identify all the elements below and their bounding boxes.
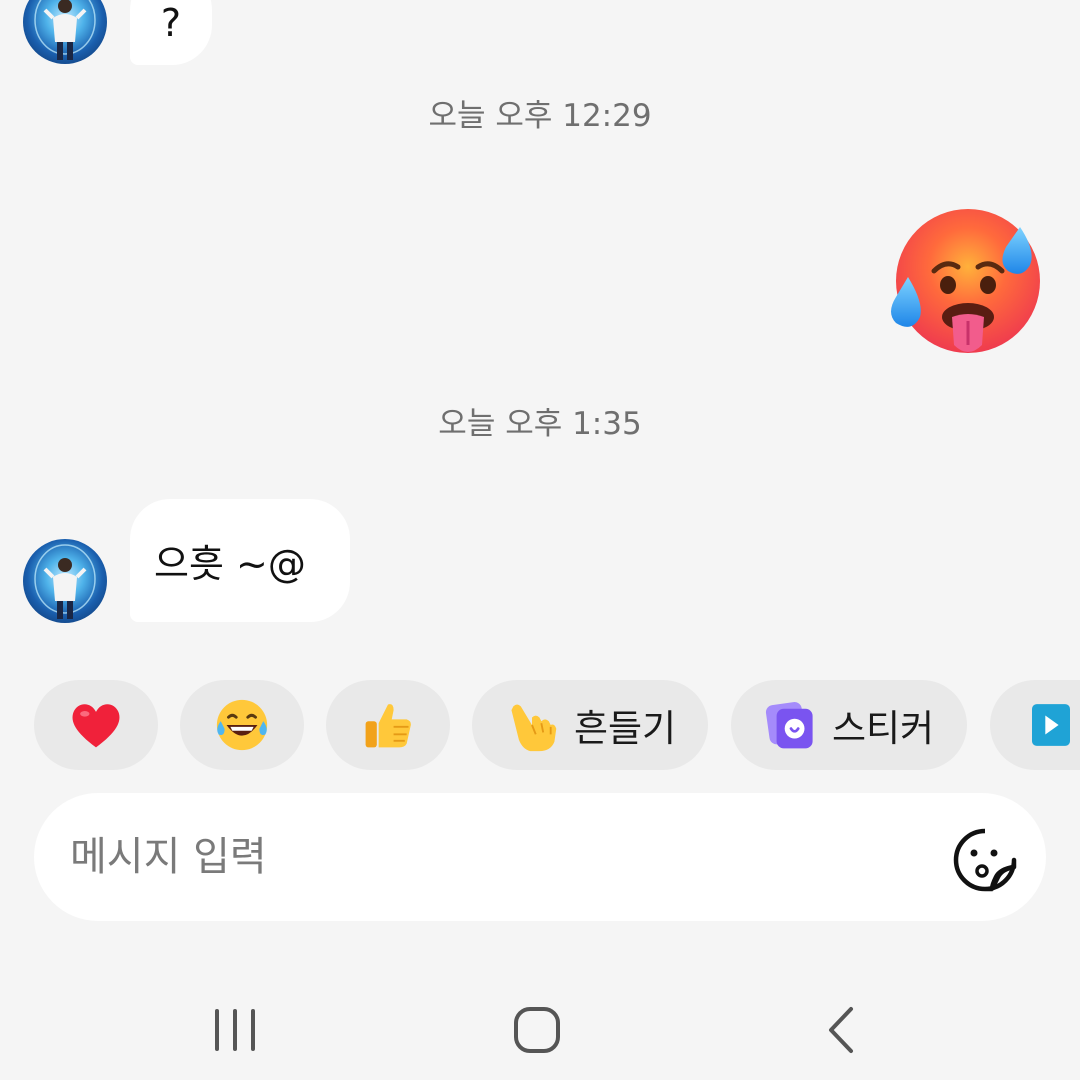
- quick-reaction-bar: 흔들기 스티커: [34, 680, 1080, 770]
- message-bubble[interactable]: 으흣 ~@: [130, 499, 350, 622]
- heart-emoji: [72, 704, 120, 748]
- recent-apps-icon: [215, 1009, 255, 1051]
- contact-avatar[interactable]: [23, 539, 107, 623]
- timestamp-divider: 오늘 오후 12:29: [428, 98, 652, 134]
- contact-avatar[interactable]: [23, 0, 107, 64]
- message-bubble[interactable]: ?: [130, 0, 212, 65]
- nudge-label: 흔들기: [573, 707, 677, 750]
- message-input[interactable]: [70, 817, 930, 897]
- message-composer: [34, 793, 1046, 921]
- pointing-hand-emoji: [511, 704, 557, 752]
- recent-apps-button[interactable]: [185, 980, 285, 1080]
- message-text: ?: [160, 0, 182, 45]
- sticker-app-icon: [765, 702, 813, 749]
- sticker-label: 스티커: [831, 707, 935, 750]
- home-icon: [514, 1007, 560, 1053]
- back-button[interactable]: [790, 980, 890, 1080]
- hot-face-emoji[interactable]: [890, 207, 1042, 359]
- play-app-icon: [1032, 704, 1070, 746]
- laugh-reaction-button[interactable]: [180, 680, 304, 770]
- home-button[interactable]: [487, 980, 587, 1080]
- sticker-face-icon[interactable]: [952, 827, 1018, 893]
- thumbs-up-reaction-button[interactable]: [326, 680, 450, 770]
- chat-screen: ? 오늘 오후 12:29 오늘 오후 1:35 으흣 ~@ 흔들기 스티커 메…: [0, 0, 1080, 1080]
- message-text: 으흣 ~@: [154, 542, 306, 586]
- system-navigation-bar: [0, 960, 1080, 1080]
- thumbs-up-emoji: [365, 704, 411, 748]
- timestamp-divider: 오늘 오후 1:35: [438, 406, 642, 442]
- tears-of-joy-emoji: [216, 699, 268, 751]
- nudge-button[interactable]: 흔들기: [472, 680, 708, 770]
- sticker-button[interactable]: 스티커: [731, 680, 967, 770]
- media-button[interactable]: [990, 680, 1080, 770]
- back-icon: [829, 1007, 853, 1053]
- heart-reaction-button[interactable]: [34, 680, 158, 770]
